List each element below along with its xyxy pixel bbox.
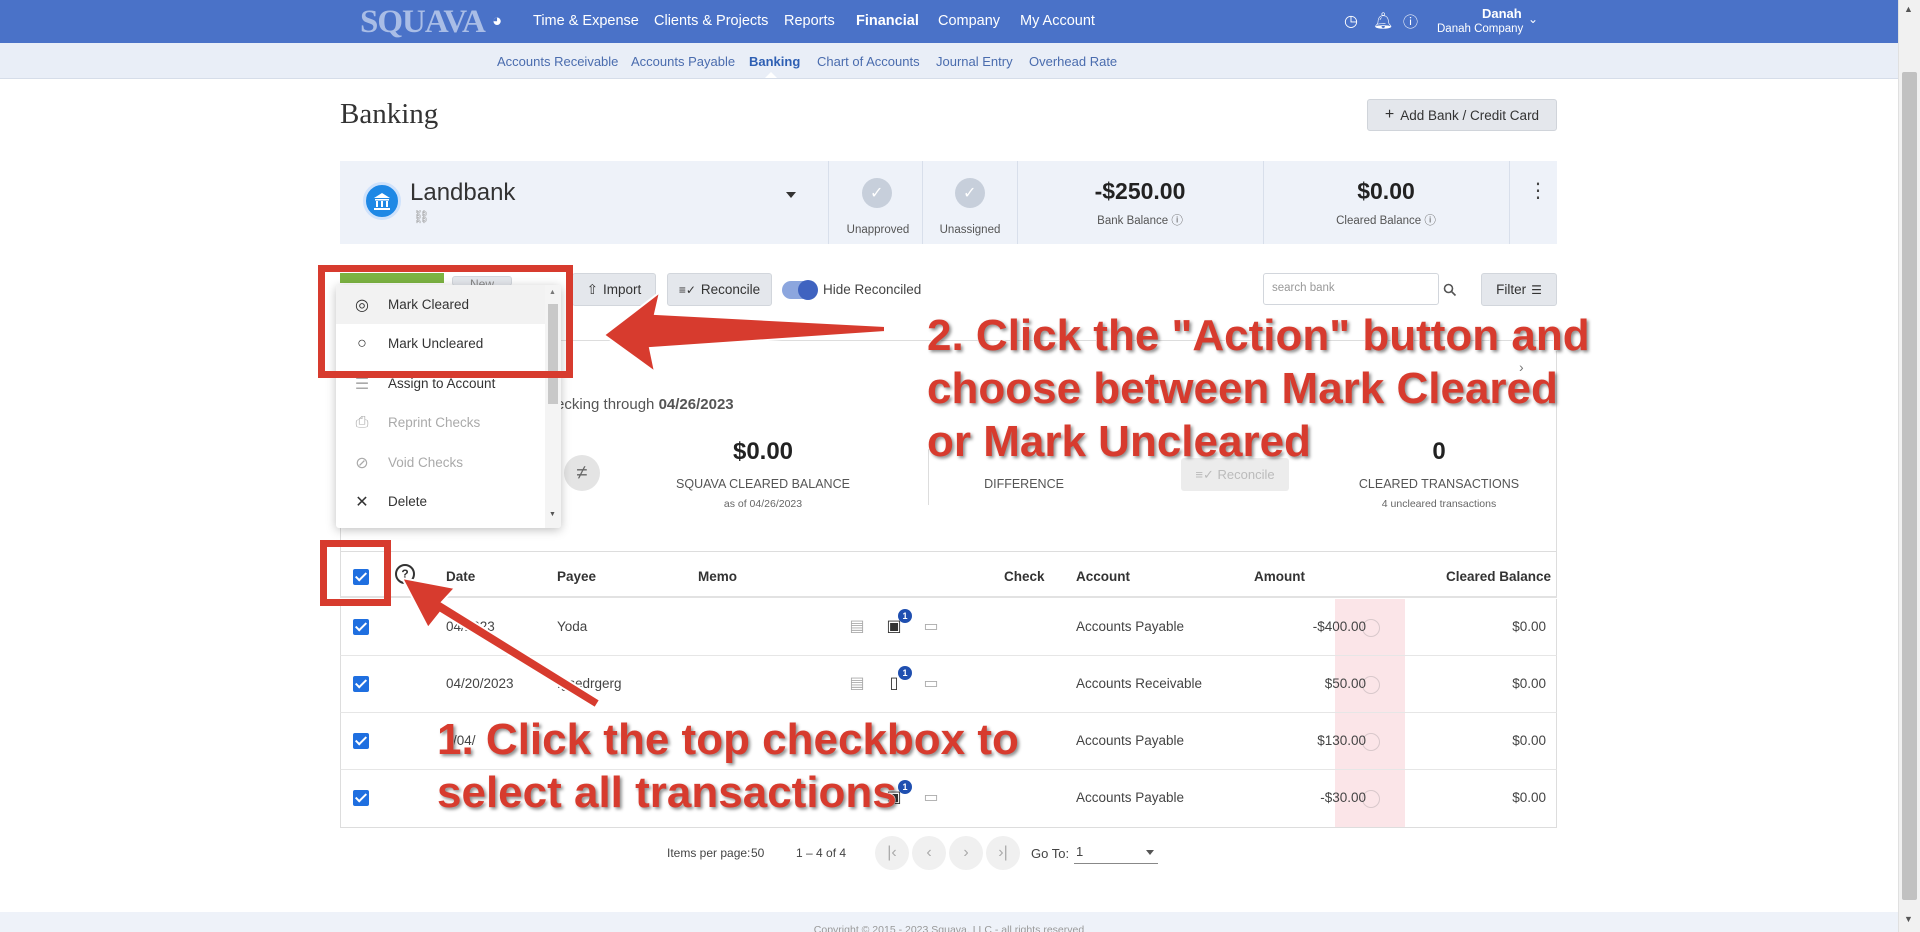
annotation-step1-line2: select all transactions [436,767,897,818]
arrow-to-select-all [400,576,602,710]
annotation-step2: 2. Click the "Action" button and choose … [926,309,1590,468]
annotation-step1: 1. Click the top checkbox to select all … [436,713,1019,819]
annotation-step1-line1: 1. Click the top checkbox to [436,714,1019,765]
arrow-to-action-menu [602,289,886,375]
annotation-step2-line1: 2. Click the "Action" button and [926,310,1590,361]
annotation-step2-line3: or Mark Uncleared [926,416,1311,467]
annotation-step2-line2: choose between Mark Cleared [926,363,1558,414]
